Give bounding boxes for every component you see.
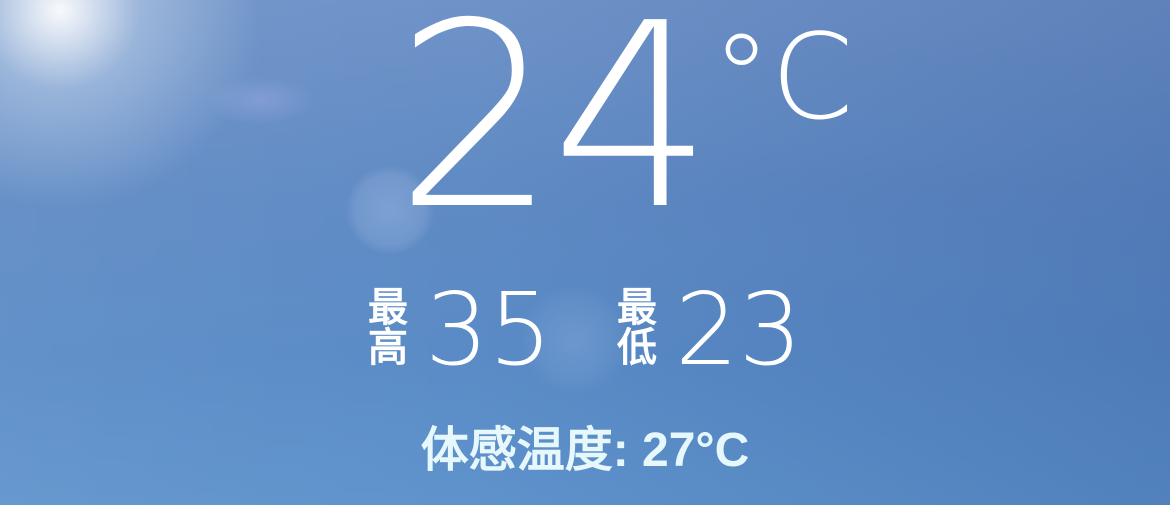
high-label: 最高 <box>368 286 408 370</box>
current-temperature: 24 <box>395 0 713 266</box>
feels-like-temperature: 体感温度: 27°C <box>420 424 750 477</box>
temperature-unit: °C <box>712 8 854 146</box>
low-temperature: 23 <box>675 271 803 388</box>
low-label: 最低 <box>617 286 657 370</box>
high-temperature: 35 <box>425 271 553 388</box>
